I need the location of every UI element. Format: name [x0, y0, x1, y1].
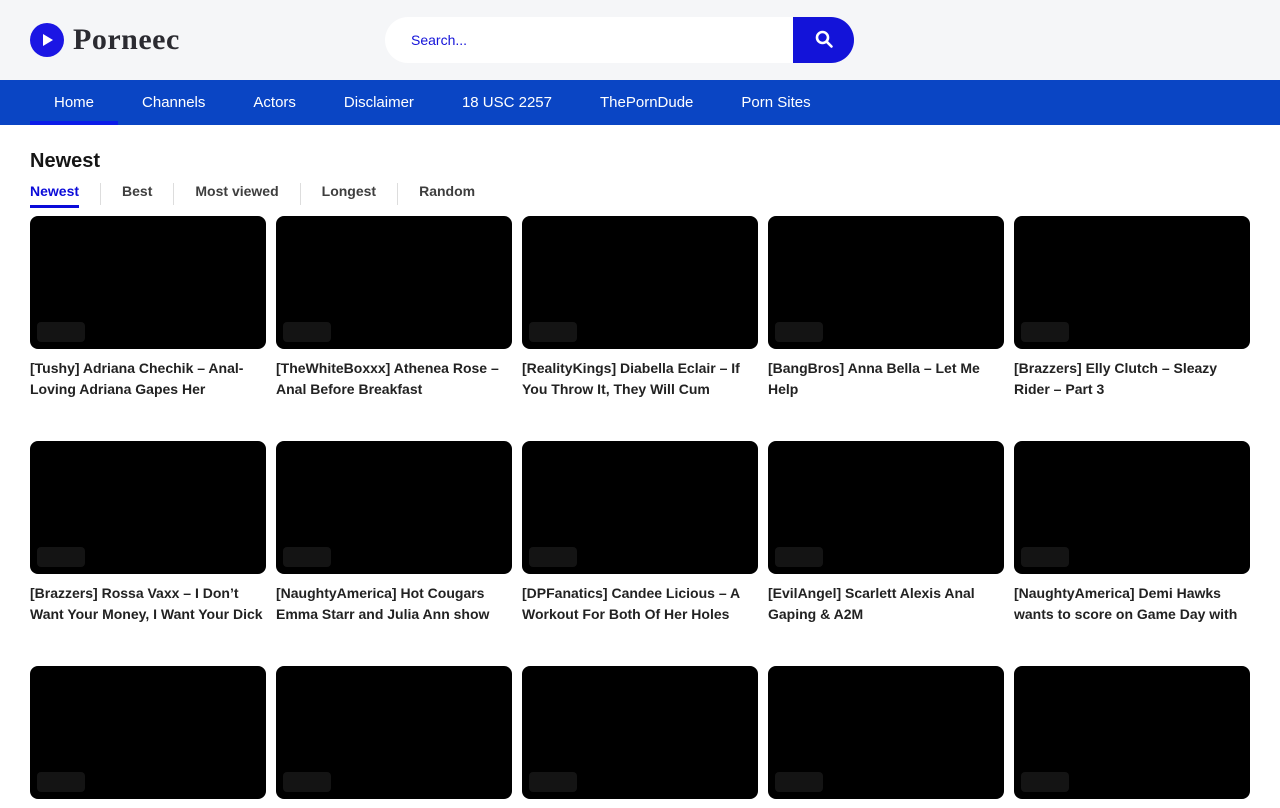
video-thumbnail[interactable] [276, 666, 512, 799]
video-card[interactable]: [RealityKings] Diabella Eclair – If You … [522, 216, 758, 400]
video-title[interactable]: [BangBros] Anna Bella – Let Me Help [768, 358, 1004, 400]
video-card[interactable] [30, 666, 266, 808]
video-thumbnail[interactable] [30, 216, 266, 349]
tab-divider [300, 183, 301, 205]
header: Porneec [0, 0, 1280, 80]
video-thumbnail[interactable] [276, 441, 512, 574]
tab-divider [100, 183, 101, 205]
video-card[interactable] [768, 666, 1004, 808]
duration-badge [775, 322, 823, 342]
duration-badge [37, 772, 85, 792]
page-title: Newest [30, 150, 1250, 173]
duration-badge [529, 772, 577, 792]
video-card[interactable] [522, 666, 758, 808]
video-title[interactable]: [TheWhiteBoxxx] Athenea Rose – Anal Befo… [276, 358, 512, 400]
video-title[interactable]: [Tushy] Adriana Chechik – Anal-Loving Ad… [30, 358, 266, 400]
search-button[interactable] [793, 17, 854, 63]
video-thumbnail[interactable] [522, 216, 758, 349]
nav-item-home[interactable]: Home [30, 80, 118, 125]
video-title[interactable]: [RealityKings] Diabella Eclair – If You … [522, 358, 758, 400]
video-card[interactable]: [Tushy] Adriana Chechik – Anal-Loving Ad… [30, 216, 266, 400]
video-thumbnail[interactable] [522, 666, 758, 799]
nav-item-theporndude[interactable]: ThePornDude [576, 80, 717, 125]
video-card[interactable]: [NaughtyAmerica] Demi Hawks wants to sco… [1014, 441, 1250, 625]
video-card[interactable]: [TheWhiteBoxxx] Athenea Rose – Anal Befo… [276, 216, 512, 400]
video-card[interactable]: [EvilAngel] Scarlett Alexis Anal Gaping … [768, 441, 1004, 625]
search-icon [813, 28, 835, 53]
tab-random[interactable]: Random [419, 183, 475, 208]
duration-badge [1021, 772, 1069, 792]
duration-badge [283, 772, 331, 792]
video-card[interactable]: [Brazzers] Rossa Vaxx – I Don’t Want You… [30, 441, 266, 625]
nav-item-channels[interactable]: Channels [118, 80, 229, 125]
video-card[interactable] [276, 666, 512, 808]
video-thumbnail[interactable] [768, 216, 1004, 349]
video-grid: [Tushy] Adriana Chechik – Anal-Loving Ad… [30, 216, 1250, 808]
tab-best[interactable]: Best [122, 183, 152, 208]
video-thumbnail[interactable] [276, 216, 512, 349]
video-thumbnail[interactable] [522, 441, 758, 574]
duration-badge [775, 547, 823, 567]
video-thumbnail[interactable] [30, 441, 266, 574]
video-title[interactable]: [NaughtyAmerica] Hot Cougars Emma Starr … [276, 583, 512, 625]
video-thumbnail[interactable] [768, 441, 1004, 574]
play-icon [30, 23, 64, 57]
duration-badge [775, 772, 823, 792]
sort-tabs: Newest Best Most viewed Longest Random [30, 183, 1250, 208]
nav-item-porn-sites[interactable]: Porn Sites [717, 80, 834, 125]
duration-badge [283, 547, 331, 567]
tab-divider [397, 183, 398, 205]
main-content: Newest Newest Best Most viewed Longest R… [0, 150, 1280, 808]
video-thumbnail[interactable] [1014, 666, 1250, 799]
video-thumbnail[interactable] [1014, 441, 1250, 574]
video-thumbnail[interactable] [30, 666, 266, 799]
duration-badge [1021, 547, 1069, 567]
search-input[interactable] [385, 17, 793, 63]
search-bar [385, 17, 854, 63]
tab-longest[interactable]: Longest [322, 183, 376, 208]
video-title[interactable]: [NaughtyAmerica] Demi Hawks wants to sco… [1014, 583, 1250, 625]
video-title[interactable]: [Brazzers] Rossa Vaxx – I Don’t Want You… [30, 583, 266, 625]
video-card[interactable] [1014, 666, 1250, 808]
duration-badge [37, 547, 85, 567]
video-card[interactable]: [DPFanatics] Candee Licious – A Workout … [522, 441, 758, 625]
site-name: Porneec [73, 23, 180, 57]
video-card[interactable]: [NaughtyAmerica] Hot Cougars Emma Starr … [276, 441, 512, 625]
tab-newest[interactable]: Newest [30, 183, 79, 208]
duration-badge [37, 322, 85, 342]
tab-most-viewed[interactable]: Most viewed [195, 183, 278, 208]
duration-badge [529, 322, 577, 342]
video-card[interactable]: [Brazzers] Elly Clutch – Sleazy Rider – … [1014, 216, 1250, 400]
duration-badge [1021, 322, 1069, 342]
nav-item-actors[interactable]: Actors [229, 80, 320, 125]
nav-item-disclaimer[interactable]: Disclaimer [320, 80, 438, 125]
main-nav: Home Channels Actors Disclaimer 18 USC 2… [0, 80, 1280, 125]
video-title[interactable]: [Brazzers] Elly Clutch – Sleazy Rider – … [1014, 358, 1250, 400]
duration-badge [529, 547, 577, 567]
site-logo[interactable]: Porneec [30, 23, 180, 57]
video-title[interactable]: [EvilAngel] Scarlett Alexis Anal Gaping … [768, 583, 1004, 625]
video-thumbnail[interactable] [768, 666, 1004, 799]
tab-divider [173, 183, 174, 205]
duration-badge [283, 322, 331, 342]
video-card[interactable]: [BangBros] Anna Bella – Let Me Help [768, 216, 1004, 400]
video-title[interactable]: [DPFanatics] Candee Licious – A Workout … [522, 583, 758, 625]
video-thumbnail[interactable] [1014, 216, 1250, 349]
nav-item-18-usc-2257[interactable]: 18 USC 2257 [438, 80, 576, 125]
